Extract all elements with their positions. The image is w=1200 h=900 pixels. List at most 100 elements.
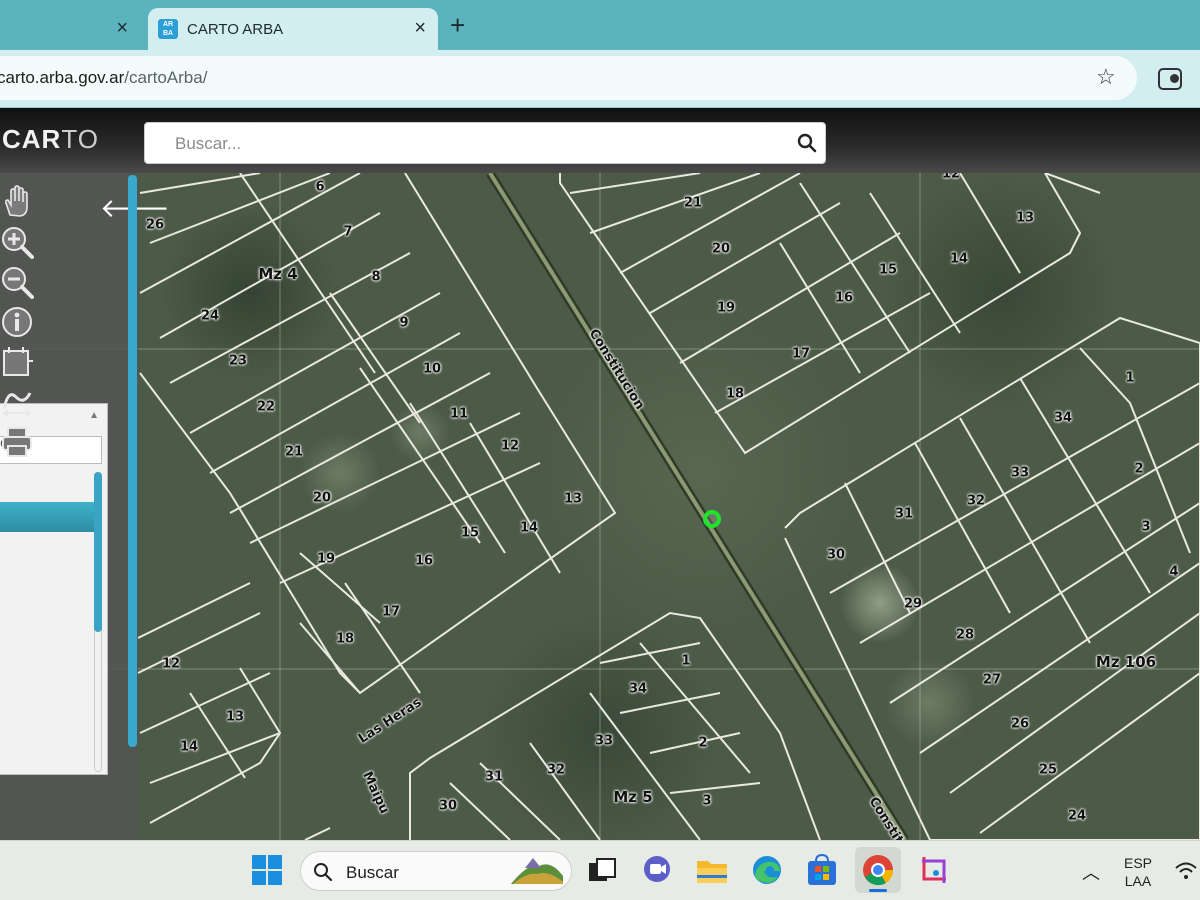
microsoft-store-icon[interactable] [805, 853, 839, 887]
parcel-label[interactable]: 29 [904, 597, 922, 612]
parcel-label[interactable]: 33 [595, 734, 613, 749]
zoom-out-icon[interactable] [0, 265, 34, 299]
url-field[interactable]: carto.arba.gov.ar/cartoArba/ ☆ [0, 56, 1137, 100]
selected-layer-row[interactable] [0, 502, 96, 532]
parcel-label[interactable]: 27 [983, 673, 1001, 688]
parcel-label[interactable]: 13 [226, 710, 244, 725]
wifi-icon[interactable] [1174, 861, 1198, 881]
chrome-taskbar-button[interactable] [855, 847, 901, 893]
parcel-label[interactable]: 14 [180, 740, 198, 755]
parcel-label[interactable]: 15 [879, 263, 897, 278]
parcel-label[interactable]: 34 [1054, 411, 1072, 426]
parcel-label[interactable]: 8 [371, 270, 380, 285]
block-label[interactable]: Mz 5 [613, 788, 652, 806]
parcel-label[interactable]: 33 [1011, 466, 1029, 481]
browser-tab-bar: × AR BA CARTO ARBA × + [0, 0, 1200, 50]
parcel-label[interactable]: 2 [1134, 462, 1143, 477]
parcel-label[interactable]: 19 [317, 552, 335, 567]
parcel-label[interactable]: 18 [336, 632, 354, 647]
parcel-label[interactable]: 20 [313, 491, 331, 506]
search-input[interactable] [175, 131, 775, 157]
block-label[interactable]: Mz 106 [1096, 653, 1156, 671]
parcel-label[interactable]: 3 [702, 794, 711, 809]
close-tab-icon[interactable]: × [116, 17, 128, 40]
parcel-label[interactable]: 34 [629, 682, 647, 697]
parcel-label[interactable]: 4 [1169, 565, 1178, 580]
parcel-label[interactable]: 19 [717, 301, 735, 316]
parcel-label[interactable]: 1 [1125, 371, 1134, 386]
pan-hand-icon[interactable] [0, 185, 34, 219]
map-search-box [144, 122, 826, 164]
parcel-label[interactable]: 21 [684, 196, 702, 211]
edge-browser-icon[interactable] [750, 853, 784, 887]
chevron-up-icon[interactable]: ︿ [1082, 859, 1100, 885]
input-language-indicator[interactable]: ESP LAA [1124, 854, 1152, 890]
arba-favicon-icon: AR BA [158, 19, 178, 39]
parcel-label[interactable]: 32 [547, 763, 565, 778]
parcel-label[interactable]: 12 [162, 657, 180, 672]
extensions-icon[interactable] [1158, 68, 1182, 90]
parcel-label[interactable]: 31 [895, 507, 913, 522]
parcel-label[interactable]: 1 [681, 654, 690, 669]
parcel-label[interactable]: 14 [950, 252, 968, 267]
parcel-label[interactable]: 6 [315, 180, 324, 195]
parcel-label[interactable]: 2 [698, 736, 707, 751]
print-icon[interactable] [0, 425, 34, 459]
block-label[interactable]: Mz 4 [258, 265, 297, 283]
map-view[interactable]: 6 7 8 9 10 11 12 13 14 15 16 17 18 19 20… [0, 173, 1200, 840]
url-path: /cartoArba/ [124, 68, 208, 87]
taskbar-search-label: Buscar [346, 863, 399, 882]
taskbar-search-box[interactable]: Buscar [300, 851, 572, 891]
parcel-label[interactable]: 10 [423, 362, 441, 377]
parcel-label[interactable]: 17 [382, 605, 400, 620]
parcel-label[interactable]: 21 [285, 445, 303, 460]
address-bar-area: carto.arba.gov.ar/cartoArba/ ☆ [0, 50, 1200, 108]
zoom-in-icon[interactable] [0, 225, 34, 259]
parcel-label[interactable]: 31 [485, 770, 503, 785]
new-tab-button[interactable]: + [450, 10, 465, 41]
info-icon[interactable] [0, 305, 34, 339]
parcel-label[interactable]: 23 [229, 354, 247, 369]
parcel-label[interactable]: 24 [201, 309, 219, 324]
browser-tab-previous[interactable]: × [0, 8, 140, 50]
search-icon[interactable] [797, 133, 817, 153]
parcel-label[interactable]: 16 [415, 554, 433, 569]
layer-scrollbar[interactable] [94, 472, 102, 632]
scroll-up-icon[interactable]: ▲ [89, 410, 99, 421]
measure-distance-icon[interactable] [0, 385, 34, 419]
teams-chat-icon[interactable] [640, 853, 674, 887]
parcel-label[interactable]: 24 [1068, 809, 1086, 824]
task-view-icon[interactable] [585, 853, 619, 887]
snipping-tool-icon[interactable] [918, 853, 952, 887]
bookmark-star-icon[interactable]: ☆ [1096, 64, 1116, 90]
parcel-label[interactable]: 11 [450, 407, 468, 422]
parcel-label[interactable]: 30 [827, 548, 845, 563]
parcel-label[interactable]: 30 [439, 799, 457, 814]
close-tab-icon[interactable]: × [414, 17, 426, 40]
parcel-label[interactable]: 25 [1039, 763, 1057, 778]
parcel-label[interactable]: 22 [257, 400, 275, 415]
parcel-label[interactable]: 18 [726, 387, 744, 402]
browser-tab-carto-arba[interactable]: AR BA CARTO ARBA × [148, 8, 438, 50]
parcel-label[interactable]: 32 [967, 494, 985, 509]
parcel-label[interactable]: 16 [835, 291, 853, 306]
parcel-label[interactable]: 3 [1141, 520, 1150, 535]
parcel-label[interactable]: 14 [520, 521, 538, 536]
parcel-label[interactable]: 7 [343, 225, 352, 240]
parcel-label[interactable]: 15 [461, 526, 479, 541]
windows-start-icon[interactable] [250, 853, 284, 887]
parcel-label[interactable]: 12 [942, 173, 960, 182]
parcel-label[interactable]: 13 [564, 492, 582, 507]
side-panel-scrollbar[interactable] [128, 175, 137, 747]
parcel-label[interactable]: 20 [712, 242, 730, 257]
parcel-label[interactable]: 12 [501, 439, 519, 454]
location-marker[interactable] [703, 510, 721, 528]
parcel-label[interactable]: 28 [956, 628, 974, 643]
file-explorer-icon[interactable] [695, 853, 729, 887]
parcel-label[interactable]: 13 [1016, 211, 1034, 226]
measure-area-icon[interactable] [0, 345, 34, 379]
search-highlight-icon [511, 858, 563, 884]
parcel-label[interactable]: 9 [399, 316, 408, 331]
parcel-label[interactable]: 17 [792, 347, 810, 362]
parcel-label[interactable]: 26 [1011, 717, 1029, 732]
